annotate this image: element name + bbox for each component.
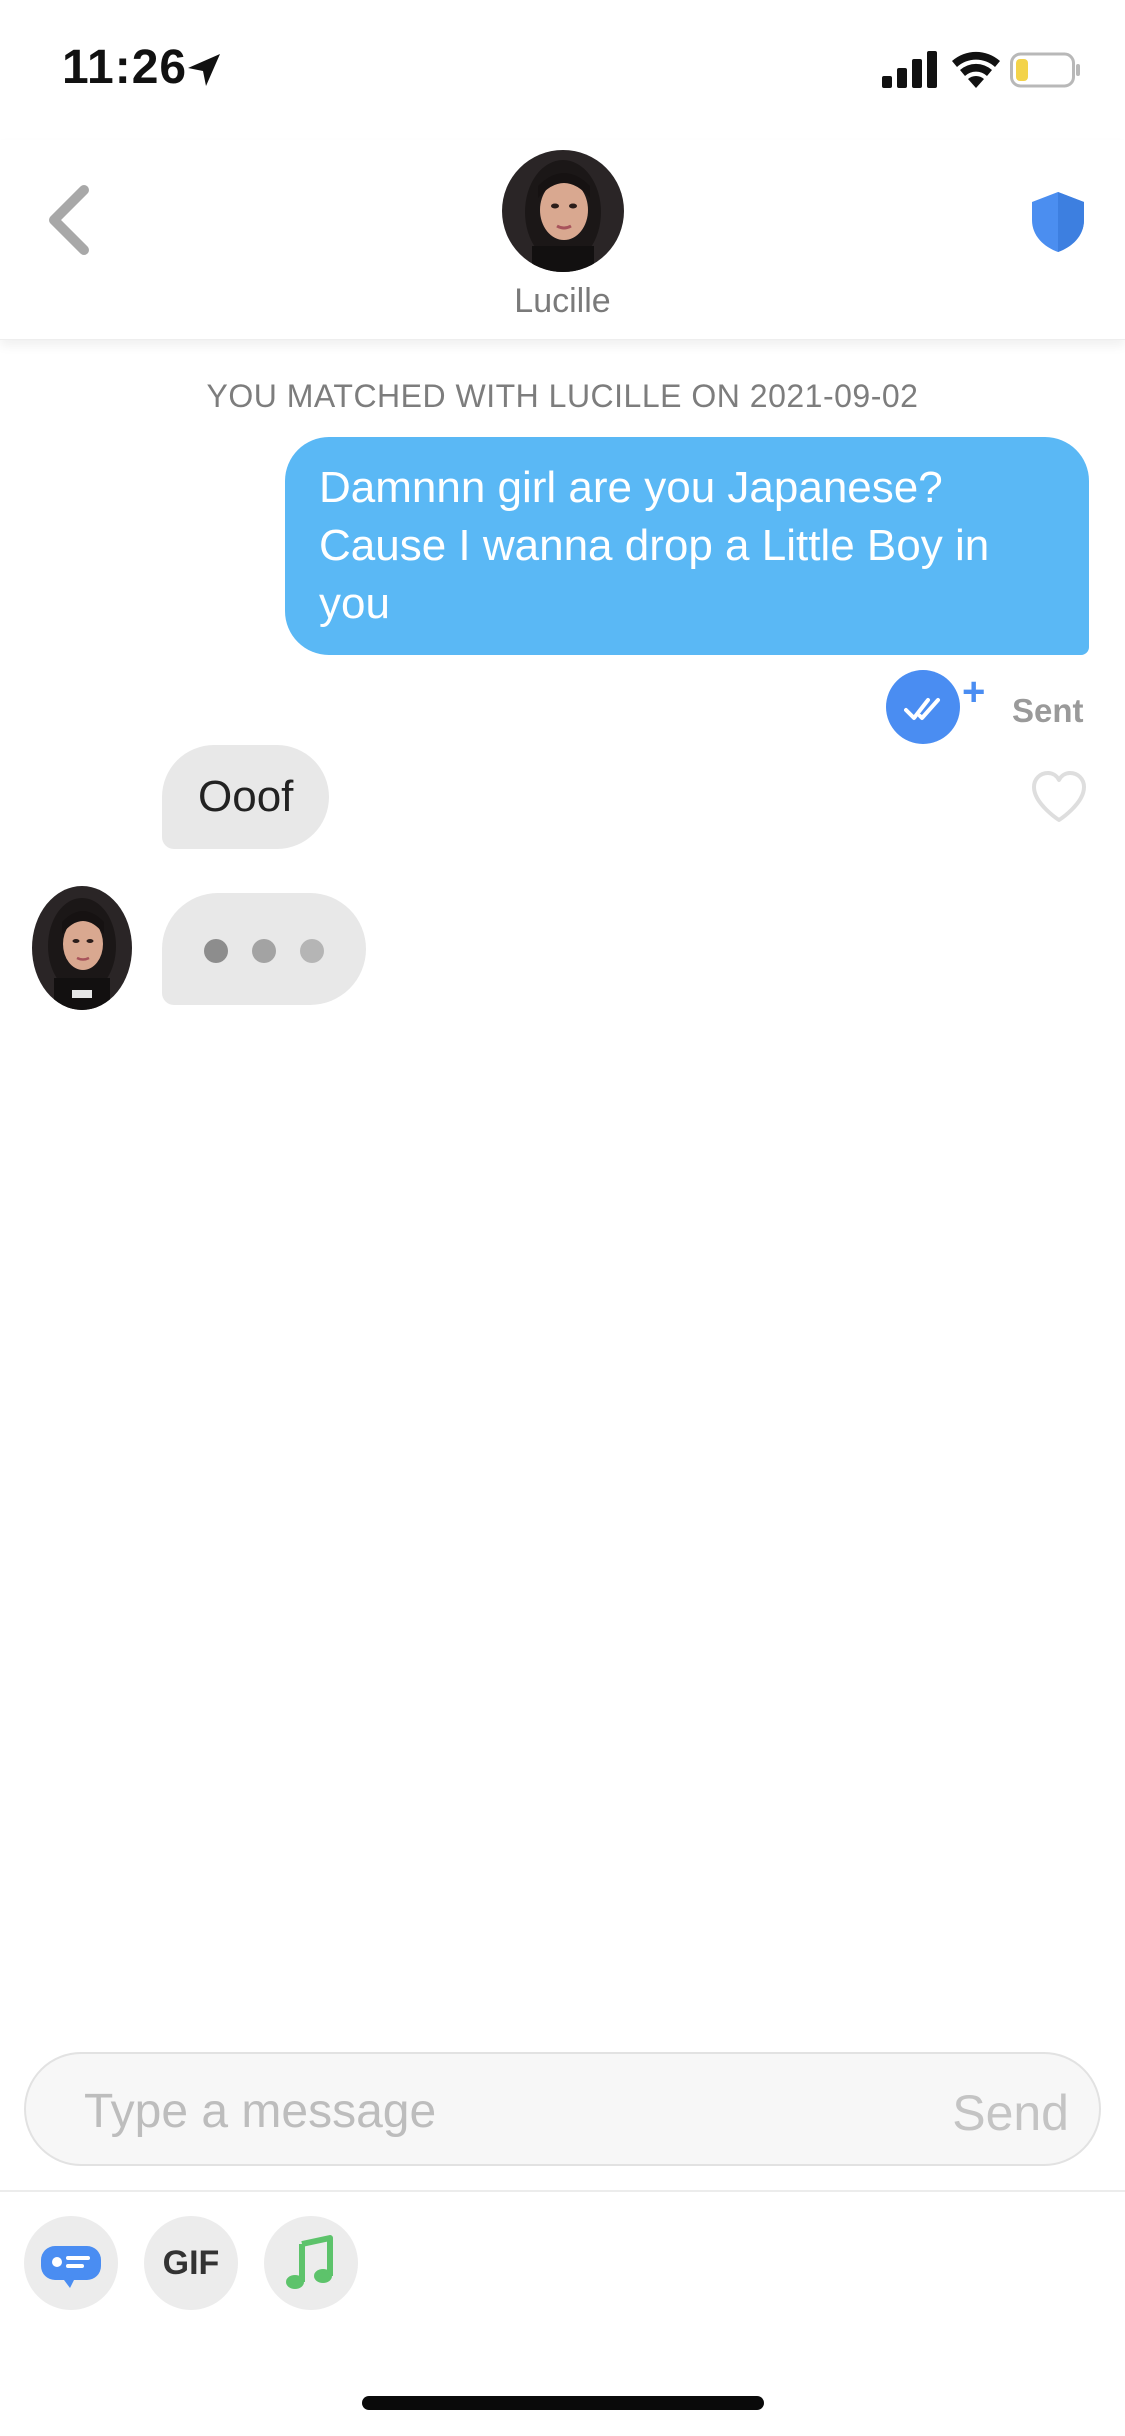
shield-icon[interactable] [1030,190,1086,254]
gif-button[interactable]: GIF [144,2216,238,2310]
typing-dots-icon [162,893,366,1005]
received-message-bubble[interactable]: Ooof [162,745,330,849]
heart-outline-icon[interactable] [1030,770,1088,824]
status-bar: 11:26 [0,0,1125,140]
message-composer: Send [24,2052,1101,2166]
plus-badge[interactable]: + [962,672,985,712]
contact-avatar[interactable] [502,150,624,272]
gif-label: GIF [162,2244,220,2282]
chat-card-icon [41,2246,101,2288]
music-note-icon [286,2235,333,2289]
home-indicator[interactable] [362,2396,764,2410]
sent-message-bubble[interactable]: Damnnn girl are you Japanese? Cause I wa… [285,437,1089,655]
cellular-signal-icon [882,51,937,88]
wifi-icon [952,51,1000,88]
location-arrow-icon [188,54,220,86]
send-button[interactable]: Send [952,2084,1069,2142]
back-button[interactable] [38,180,98,260]
contact-name[interactable]: Lucille [0,282,1125,321]
read-receipt-badge[interactable] [886,670,960,744]
double-check-icon [904,698,940,720]
chat-screen: 11:26 Lucille YOU MATCHED WITH LUCILLE O… [0,0,1125,2436]
match-banner: YOU MATCHED WITH LUCILLE ON 2021-09-02 [206,378,919,414]
status-time: 11:26 [62,41,188,94]
contact-avatar-small[interactable] [32,886,132,1010]
sticker-button[interactable] [24,2216,118,2310]
message-input[interactable] [84,2076,884,2146]
music-button[interactable] [264,2216,358,2310]
battery-low-icon [1010,52,1080,88]
chat-header: Lucille [0,140,1125,340]
message-status: Sent [1012,692,1084,729]
toolbar-divider [0,2190,1125,2192]
